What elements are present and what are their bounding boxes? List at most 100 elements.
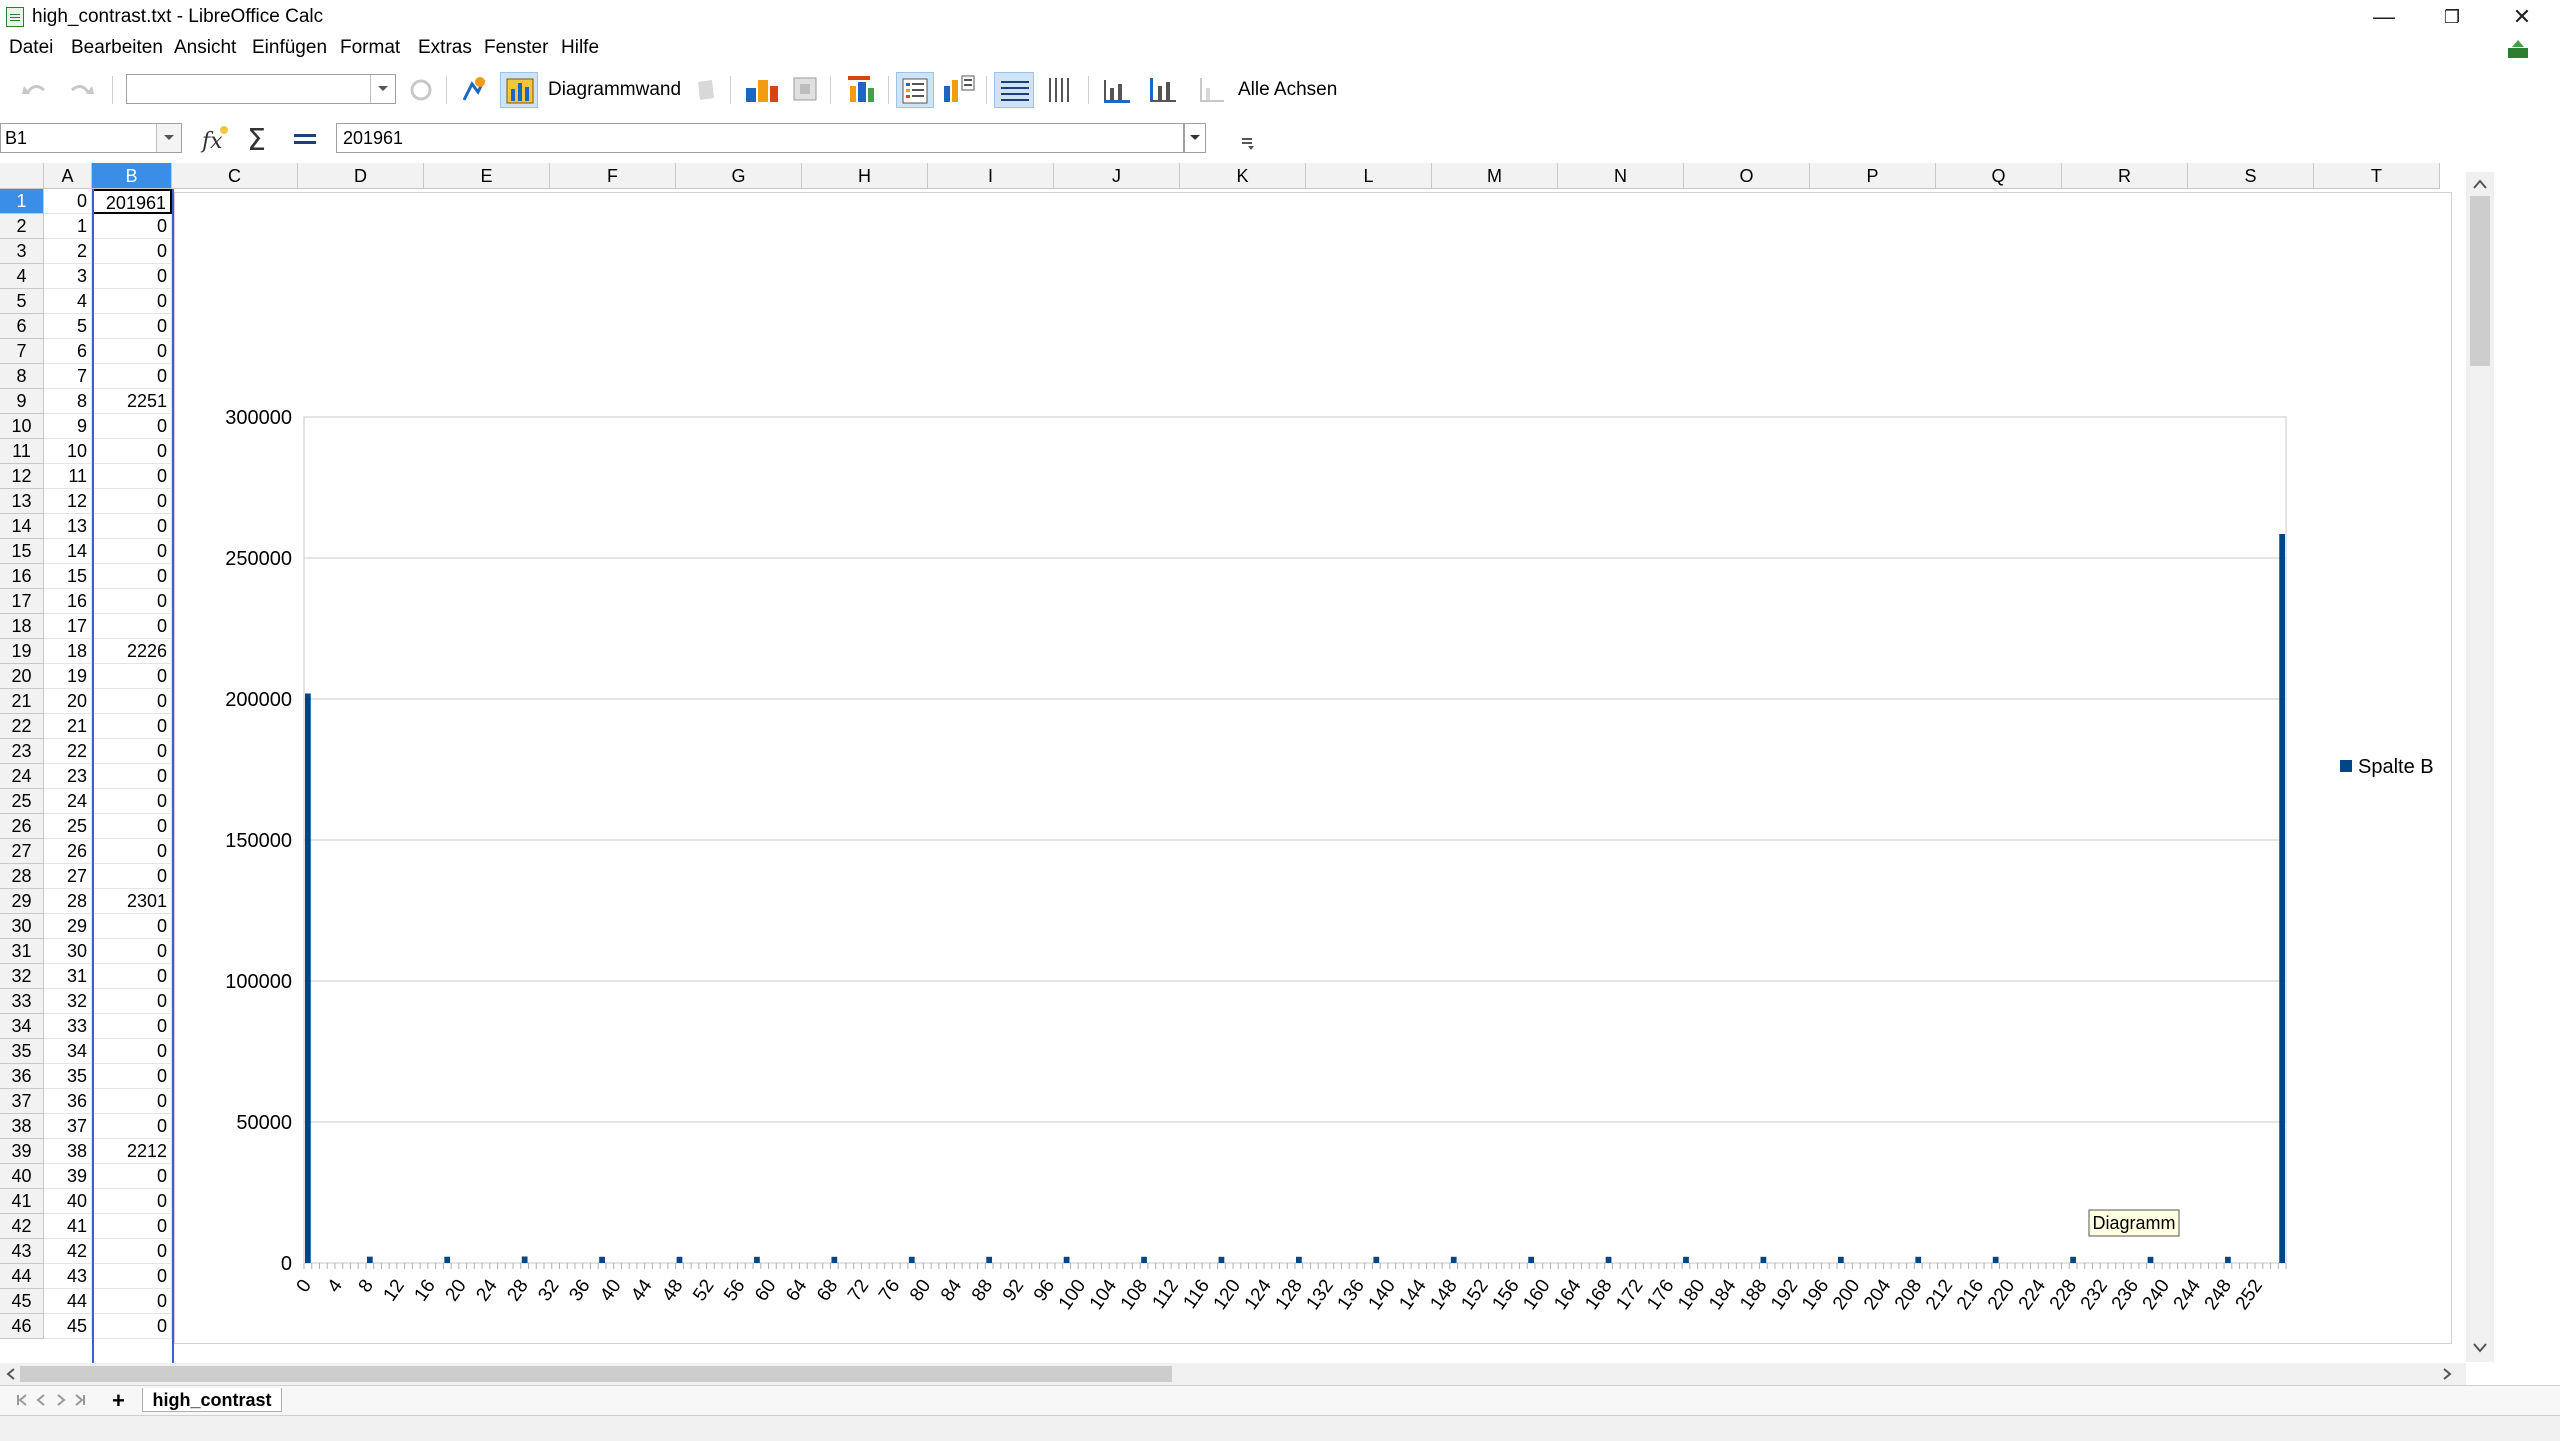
cell-b[interactable]: 0 (92, 514, 172, 539)
data-ranges-icon[interactable] (788, 72, 822, 108)
3d-view-icon[interactable] (688, 72, 722, 108)
cell-b[interactable]: 0 (92, 539, 172, 564)
cell-b[interactable]: 2301 (92, 889, 172, 914)
cell-b[interactable]: 0 (92, 239, 172, 264)
row-header[interactable]: 13 (0, 489, 44, 514)
chevron-down-icon[interactable] (156, 124, 181, 152)
row-header[interactable]: 10 (0, 414, 44, 439)
cell-b[interactable]: 0 (92, 1314, 172, 1339)
column-header-f[interactable]: F (550, 163, 676, 189)
scroll-right-icon[interactable] (2440, 1366, 2454, 1382)
row-header[interactable]: 17 (0, 589, 44, 614)
cell-a[interactable]: 0 (44, 189, 92, 214)
cell-a[interactable]: 29 (44, 914, 92, 939)
cell-a[interactable]: 30 (44, 939, 92, 964)
row-header[interactable]: 24 (0, 764, 44, 789)
cell-a[interactable]: 32 (44, 989, 92, 1014)
row-header[interactable]: 32 (0, 964, 44, 989)
cell-b[interactable]: 0 (92, 1014, 172, 1039)
chart-type-icon[interactable] (456, 72, 490, 108)
cell-b[interactable]: 0 (92, 314, 172, 339)
row-header[interactable]: 14 (0, 514, 44, 539)
row-header[interactable]: 3 (0, 239, 44, 264)
menu-format[interactable]: Format (340, 37, 400, 59)
cell-a[interactable]: 1 (44, 214, 92, 239)
row-header[interactable]: 38 (0, 1114, 44, 1139)
format-selection-icon[interactable] (404, 72, 438, 108)
column-header-j[interactable]: J (1054, 163, 1180, 189)
sheet-navigation-icons[interactable] (14, 1392, 94, 1408)
row-header[interactable]: 20 (0, 664, 44, 689)
cell-a[interactable]: 21 (44, 714, 92, 739)
cell-b[interactable]: 0 (92, 914, 172, 939)
cell-a[interactable]: 12 (44, 489, 92, 514)
column-header-h[interactable]: H (802, 163, 928, 189)
column-header-d[interactable]: D (298, 163, 424, 189)
undo-icon[interactable] (18, 72, 52, 108)
row-header[interactable]: 30 (0, 914, 44, 939)
row-header[interactable]: 6 (0, 314, 44, 339)
column-header-a[interactable]: A (44, 163, 92, 189)
cell-b[interactable]: 0 (92, 1089, 172, 1114)
cell-b[interactable]: 0 (92, 1064, 172, 1089)
row-header[interactable]: 2 (0, 214, 44, 239)
row-header[interactable]: 29 (0, 889, 44, 914)
row-header[interactable]: 19 (0, 639, 44, 664)
cell-b[interactable]: 0 (92, 614, 172, 639)
scroll-down-icon[interactable] (2470, 1340, 2490, 1356)
cell-a[interactable]: 26 (44, 839, 92, 864)
menu-ansicht[interactable]: Ansicht (174, 37, 236, 59)
row-header[interactable]: 26 (0, 814, 44, 839)
row-header[interactable]: 4 (0, 264, 44, 289)
restore-button[interactable]: ❐ (2420, 2, 2484, 32)
sum-icon[interactable]: Σ (244, 122, 274, 156)
row-header[interactable]: 12 (0, 464, 44, 489)
cell-b[interactable]: 0 (92, 839, 172, 864)
horizontal-grids-icon[interactable] (994, 72, 1034, 108)
row-header[interactable]: 42 (0, 1214, 44, 1239)
cell-a[interactable]: 6 (44, 339, 92, 364)
row-header[interactable]: 9 (0, 389, 44, 414)
sidebar-menu-icon[interactable] (1240, 132, 1258, 150)
x-axis-icon[interactable] (1098, 72, 1136, 108)
cell-b[interactable]: 0 (92, 664, 172, 689)
menu-bearbeiten[interactable]: Bearbeiten (71, 37, 163, 59)
cell-a[interactable]: 17 (44, 614, 92, 639)
cell-b[interactable]: 0 (92, 339, 172, 364)
y-axis-icon[interactable] (1144, 72, 1182, 108)
cell-a[interactable]: 36 (44, 1089, 92, 1114)
cell-a[interactable]: 43 (44, 1264, 92, 1289)
cell-a[interactable]: 31 (44, 964, 92, 989)
chart-data-table-icon[interactable] (742, 72, 780, 108)
cell-a[interactable]: 3 (44, 264, 92, 289)
row-header[interactable]: 34 (0, 1014, 44, 1039)
column-header-m[interactable]: M (1432, 163, 1558, 189)
column-header-e[interactable]: E (424, 163, 550, 189)
cell-a[interactable]: 7 (44, 364, 92, 389)
column-header-l[interactable]: L (1306, 163, 1432, 189)
cell-b[interactable]: 0 (92, 439, 172, 464)
chevron-down-icon[interactable] (370, 75, 395, 103)
cell-b[interactable]: 0 (92, 1114, 172, 1139)
menu-einfuegen[interactable]: Einfügen (252, 37, 327, 59)
menu-extras[interactable]: Extras (418, 37, 472, 59)
sheet-tab-high-contrast[interactable]: high_contrast (142, 1388, 282, 1412)
cell-b[interactable]: 0 (92, 739, 172, 764)
column-header-q[interactable]: Q (1936, 163, 2062, 189)
row-header[interactable]: 7 (0, 339, 44, 364)
row-header[interactable]: 37 (0, 1089, 44, 1114)
cell-b[interactable]: 0 (92, 714, 172, 739)
cell-b[interactable]: 0 (92, 1164, 172, 1189)
cell-a[interactable]: 22 (44, 739, 92, 764)
cell-b[interactable]: 0 (92, 289, 172, 314)
cell-b[interactable]: 201961 (92, 189, 172, 214)
cell-a[interactable]: 41 (44, 1214, 92, 1239)
name-box[interactable]: B1 (0, 123, 182, 153)
cell-a[interactable]: 9 (44, 414, 92, 439)
cell-b[interactable]: 0 (92, 939, 172, 964)
row-header[interactable]: 39 (0, 1139, 44, 1164)
cell-b[interactable]: 2251 (92, 389, 172, 414)
cell-a[interactable]: 11 (44, 464, 92, 489)
cell-a[interactable]: 19 (44, 664, 92, 689)
chart-wall-icon[interactable] (500, 72, 538, 108)
